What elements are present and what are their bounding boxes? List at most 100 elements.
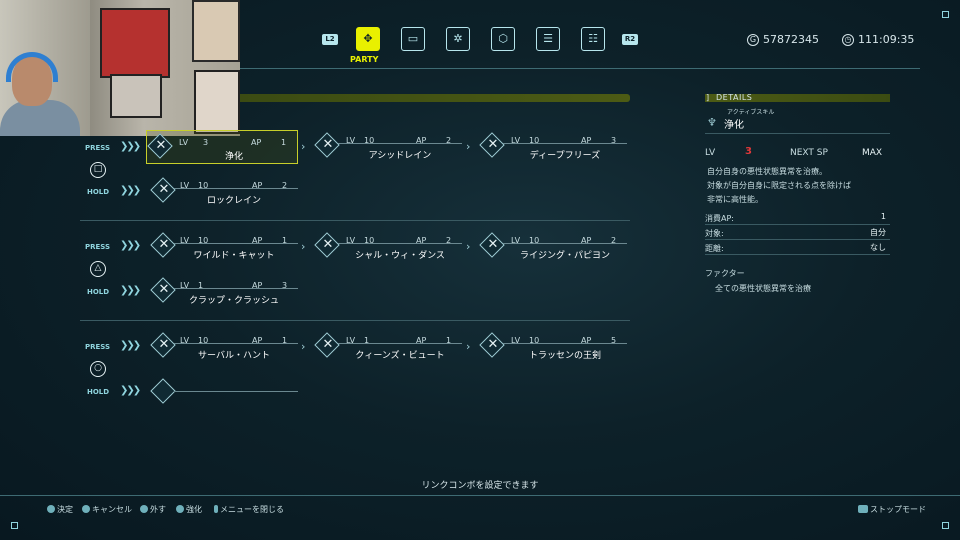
next-sp-value: MAX [862, 148, 883, 158]
header-divider [240, 68, 920, 69]
skill-slot[interactable]: ✕ LV 10 AP 3 ディープフリーズ [479, 132, 629, 161]
lv-value: 10 [529, 336, 540, 345]
slot-underline [503, 243, 627, 244]
lv-label: LV [511, 136, 521, 145]
triangle-button-icon [140, 505, 148, 513]
ap-value: 1 [282, 236, 288, 245]
footer-divider [0, 495, 960, 496]
webcam-poster [110, 74, 162, 118]
ap-label: AP [581, 136, 592, 145]
skill-name: ディープフリーズ [529, 151, 601, 161]
decide-hint[interactable]: 決定 [47, 504, 73, 515]
ap-value: 3 [611, 136, 617, 145]
l2-trigger-icon[interactable]: L2 [322, 34, 338, 45]
skill-x-icon: ✕ [158, 182, 170, 197]
skill-slot[interactable]: ✕ LV 10 AP 2 アシッドレイン [314, 132, 464, 161]
lv-value: 3 [203, 138, 209, 147]
slot-underline [338, 243, 462, 244]
skill-slot[interactable]: ✕ LV 10 AP 2 ライジング・パピヨン [479, 232, 629, 261]
factor-text: 全ての悪性状態異常を治療 [715, 284, 811, 293]
chevron-right-icon: ❯❯❯ [120, 385, 141, 396]
lv-value: 10 [364, 136, 375, 145]
ap-value: 2 [446, 136, 452, 145]
webcam-poster [100, 8, 170, 78]
tab-party-icon[interactable]: ✥ [356, 27, 380, 51]
ap-label: AP [416, 336, 427, 345]
ap-label: AP [416, 136, 427, 145]
lv-value: 3 [745, 146, 752, 157]
remove-hint[interactable]: 外す [140, 504, 166, 515]
stop-mode-hint[interactable]: ストップモード [858, 504, 926, 515]
gil-icon: G [747, 34, 759, 46]
corner-marker-icon [942, 522, 949, 529]
webcam-overlay [0, 0, 240, 136]
skill-x-icon: ✕ [322, 237, 334, 252]
gil-amount: 57872345 [763, 33, 819, 46]
tab-hexagon-icon[interactable]: ⬡ [491, 27, 515, 51]
tab-network-icon[interactable]: ✲ [446, 27, 470, 51]
r2-trigger-icon[interactable]: R2 [622, 34, 638, 45]
description-line: 対象が自分自身に限定される点を除けば [707, 181, 851, 190]
ap-value: 3 [282, 281, 288, 290]
lv-label: LV [511, 236, 521, 245]
lv-value: 10 [529, 136, 540, 145]
ap-label: AP [252, 336, 263, 345]
ap-label: AP [581, 336, 592, 345]
tab-settings-icon[interactable]: ☷ [581, 27, 605, 51]
ap-value: 1 [446, 336, 452, 345]
ap-value: 1 [282, 336, 288, 345]
tab-card-icon[interactable]: ▭ [401, 27, 425, 51]
lv-value: 10 [198, 336, 209, 345]
chevron-right-icon: ❯❯❯ [120, 340, 141, 351]
press-label: PRESS [85, 144, 111, 152]
factor-label: ファクター [705, 269, 745, 278]
empty-skill-slot[interactable] [150, 378, 300, 406]
skill-slot[interactable]: ✕ LV 10 AP 2 ロックレイン [150, 177, 300, 206]
skill-name: ロックレイン [206, 196, 261, 206]
details-bracket: ] [706, 93, 710, 102]
close-menu-hint[interactable]: メニューを閉じる [214, 504, 284, 515]
skill-slot[interactable]: ✕ LV 10 AP 2 シャル・ウィ・ダンス [314, 232, 464, 261]
skill-name: 浄化 [224, 152, 243, 162]
skill-slot[interactable]: ✕ LV 10 AP 1 ワイルド・キャット [150, 232, 300, 261]
skill-slot[interactable]: ✕ LV 10 AP 5 トラッセンの王剣 [479, 332, 629, 361]
webcam-poster [192, 0, 240, 62]
skill-x-icon: ✕ [487, 337, 499, 352]
ap-value: 2 [446, 236, 452, 245]
lv-label: LV [511, 336, 521, 345]
details-divider [705, 224, 890, 225]
range-label: 距離: [705, 244, 724, 253]
details-header: DETAILS [716, 93, 753, 102]
skill-slot[interactable]: ✕ LV 10 AP 1 サーバル・ハント [150, 332, 300, 361]
corner-marker-icon [942, 11, 949, 18]
lv-label: LV [180, 181, 190, 190]
skill-type-icon: ♆ [707, 116, 717, 129]
slot-underline [338, 343, 462, 344]
cancel-label: キャンセル [92, 505, 132, 514]
close-menu-label: メニューを閉じる [220, 505, 284, 514]
skill-slot[interactable]: ✕ LV 1 AP 3 クラップ・クラッシュ [150, 277, 300, 306]
slot-underline [338, 143, 462, 144]
enhance-hint[interactable]: 強化 [176, 504, 202, 515]
combo-arrow-icon: › [301, 240, 306, 253]
skill-name: アシッドレイン [368, 151, 432, 161]
skill-slot[interactable]: ✕ LV 3 AP 1 浄化 [146, 130, 298, 164]
cancel-hint[interactable]: キャンセル [82, 504, 132, 515]
ap-label: AP [251, 138, 262, 147]
tab-list-icon[interactable]: ☰ [536, 27, 560, 51]
details-divider [705, 133, 890, 134]
slot-underline [174, 288, 298, 289]
details-divider [705, 239, 890, 240]
ap-label: AP [581, 236, 592, 245]
lv-label: LV [346, 336, 356, 345]
skill-name: クラップ・クラッシュ [188, 296, 279, 306]
lv-label: LV [705, 148, 716, 158]
slot-underline [174, 343, 298, 344]
row-divider [80, 220, 630, 221]
clock-icon: ◷ [842, 34, 854, 46]
remove-label: 外す [150, 505, 166, 514]
skill-name-detail: 浄化 [724, 120, 744, 131]
skill-slot[interactable]: ✕ LV 1 AP 1 クィーンズ・ビュート [314, 332, 464, 361]
slot-underline [503, 343, 627, 344]
chevron-right-icon: ❯❯❯ [120, 285, 141, 296]
